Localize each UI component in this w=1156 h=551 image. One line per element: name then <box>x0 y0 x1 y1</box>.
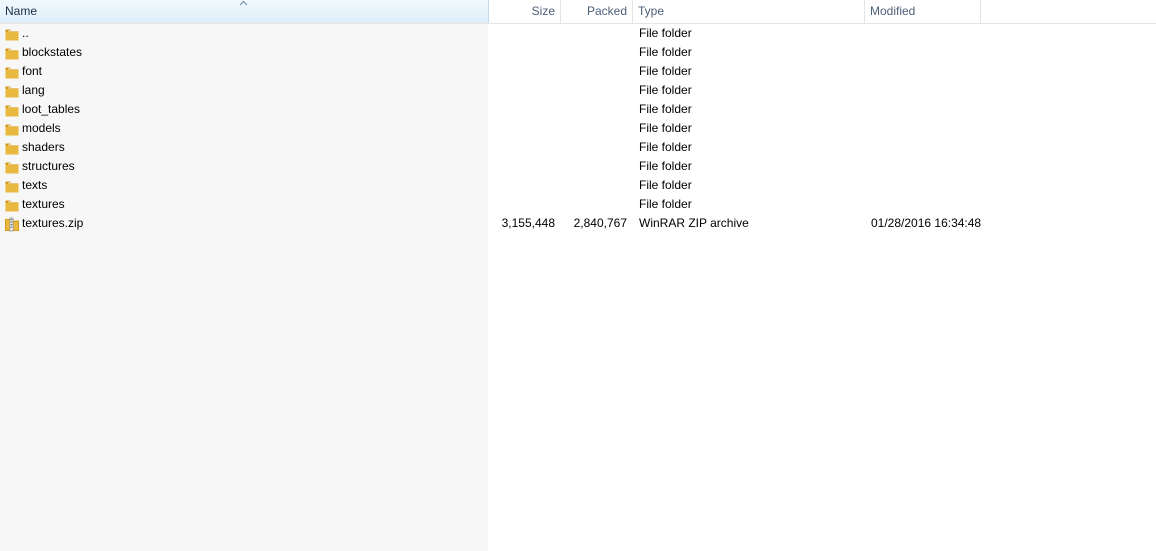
row-name: font <box>22 64 43 78</box>
row-modified <box>871 100 1071 119</box>
column-header-packed[interactable]: Packed <box>561 0 633 23</box>
row-type: File folder <box>639 83 692 97</box>
table-row[interactable]: loot_tables File folder <box>0 100 1156 119</box>
row-type: File folder <box>639 102 692 116</box>
row-modified <box>871 81 1071 100</box>
row-size <box>489 24 555 43</box>
row-size: 3,155,448 <box>501 216 555 230</box>
row-size <box>489 176 555 195</box>
file-list: Name Size Packed Type Modified .. File fo… <box>0 0 1156 551</box>
row-type: WinRAR ZIP archive <box>639 216 749 230</box>
column-header-packed-label: Packed <box>586 4 627 18</box>
row-packed <box>561 119 627 138</box>
row-modified <box>871 157 1071 176</box>
row-name: lang <box>22 83 45 97</box>
folder-icon <box>4 45 20 61</box>
parent-folder-icon <box>4 26 20 42</box>
table-row[interactable]: .. File folder <box>0 24 1156 43</box>
row-packed <box>561 176 627 195</box>
folder-icon <box>4 121 20 137</box>
table-row[interactable]: font File folder <box>0 62 1156 81</box>
table-row[interactable]: models File folder <box>0 119 1156 138</box>
zip-archive-icon <box>4 216 20 232</box>
row-size <box>489 157 555 176</box>
row-modified <box>871 24 1071 43</box>
column-header-type-label: Type <box>638 4 665 18</box>
row-size <box>489 100 555 119</box>
row-size <box>489 119 555 138</box>
row-packed <box>561 43 627 62</box>
column-header-modified-label: Modified <box>870 4 916 18</box>
folder-icon <box>4 102 20 118</box>
row-name: textures <box>22 197 65 211</box>
folder-icon <box>4 178 20 194</box>
row-packed <box>561 81 627 100</box>
row-size <box>489 138 555 157</box>
row-packed <box>561 24 627 43</box>
row-name: shaders <box>22 140 65 154</box>
table-row[interactable]: blockstates File folder <box>0 43 1156 62</box>
column-header-name[interactable]: Name <box>0 0 489 23</box>
row-size <box>489 81 555 100</box>
row-packed: 2,840,767 <box>573 216 627 230</box>
row-packed <box>561 195 627 214</box>
sort-up-arrow-icon <box>239 0 248 6</box>
row-type: File folder <box>639 197 692 211</box>
folder-icon <box>4 140 20 156</box>
row-size <box>489 195 555 214</box>
row-name: structures <box>22 159 75 173</box>
row-modified <box>871 195 1071 214</box>
table-row[interactable]: lang File folder <box>0 81 1156 100</box>
row-size <box>489 43 555 62</box>
table-row[interactable]: texts File folder <box>0 176 1156 195</box>
column-header-size-label: Size <box>531 4 555 18</box>
table-row[interactable]: structures File folder <box>0 157 1156 176</box>
row-packed <box>561 100 627 119</box>
file-rows: .. File folder blockstates File folder font F… <box>0 24 1156 233</box>
row-type: File folder <box>639 45 692 59</box>
row-type: File folder <box>639 140 692 154</box>
row-modified <box>871 138 1071 157</box>
row-name: textures.zip <box>22 216 84 230</box>
folder-icon <box>4 64 20 80</box>
row-name: blockstates <box>22 45 83 59</box>
row-packed <box>561 157 627 176</box>
table-row[interactable]: textures.zip 3,155,448 2,840,767 WinRAR ZIP… <box>0 214 1156 233</box>
row-type: File folder <box>639 121 692 135</box>
row-name: texts <box>22 178 48 192</box>
column-header-size[interactable]: Size <box>489 0 561 23</box>
row-type: File folder <box>639 64 692 78</box>
row-modified <box>871 176 1071 195</box>
row-packed <box>561 62 627 81</box>
row-packed <box>561 138 627 157</box>
row-type: File folder <box>639 159 692 173</box>
table-row[interactable]: textures File folder <box>0 195 1156 214</box>
table-row[interactable]: shaders File folder <box>0 138 1156 157</box>
row-name: loot_tables <box>22 102 81 116</box>
column-header-bar: Name Size Packed Type Modified <box>0 0 1156 24</box>
column-header-modified[interactable]: Modified <box>865 0 981 23</box>
folder-icon <box>4 83 20 99</box>
column-header-name-label: Name <box>5 4 38 18</box>
row-size <box>489 62 555 81</box>
column-header-type[interactable]: Type <box>633 0 865 23</box>
row-modified <box>871 62 1071 81</box>
row-name: .. <box>22 26 29 40</box>
row-modified <box>871 119 1071 138</box>
row-modified <box>871 43 1071 62</box>
folder-icon <box>4 159 20 175</box>
row-name: models <box>22 121 61 135</box>
row-type: File folder <box>639 26 692 40</box>
row-type: File folder <box>639 178 692 192</box>
folder-icon <box>4 197 20 213</box>
row-modified: 01/28/2016 16:34:48 <box>871 216 982 230</box>
